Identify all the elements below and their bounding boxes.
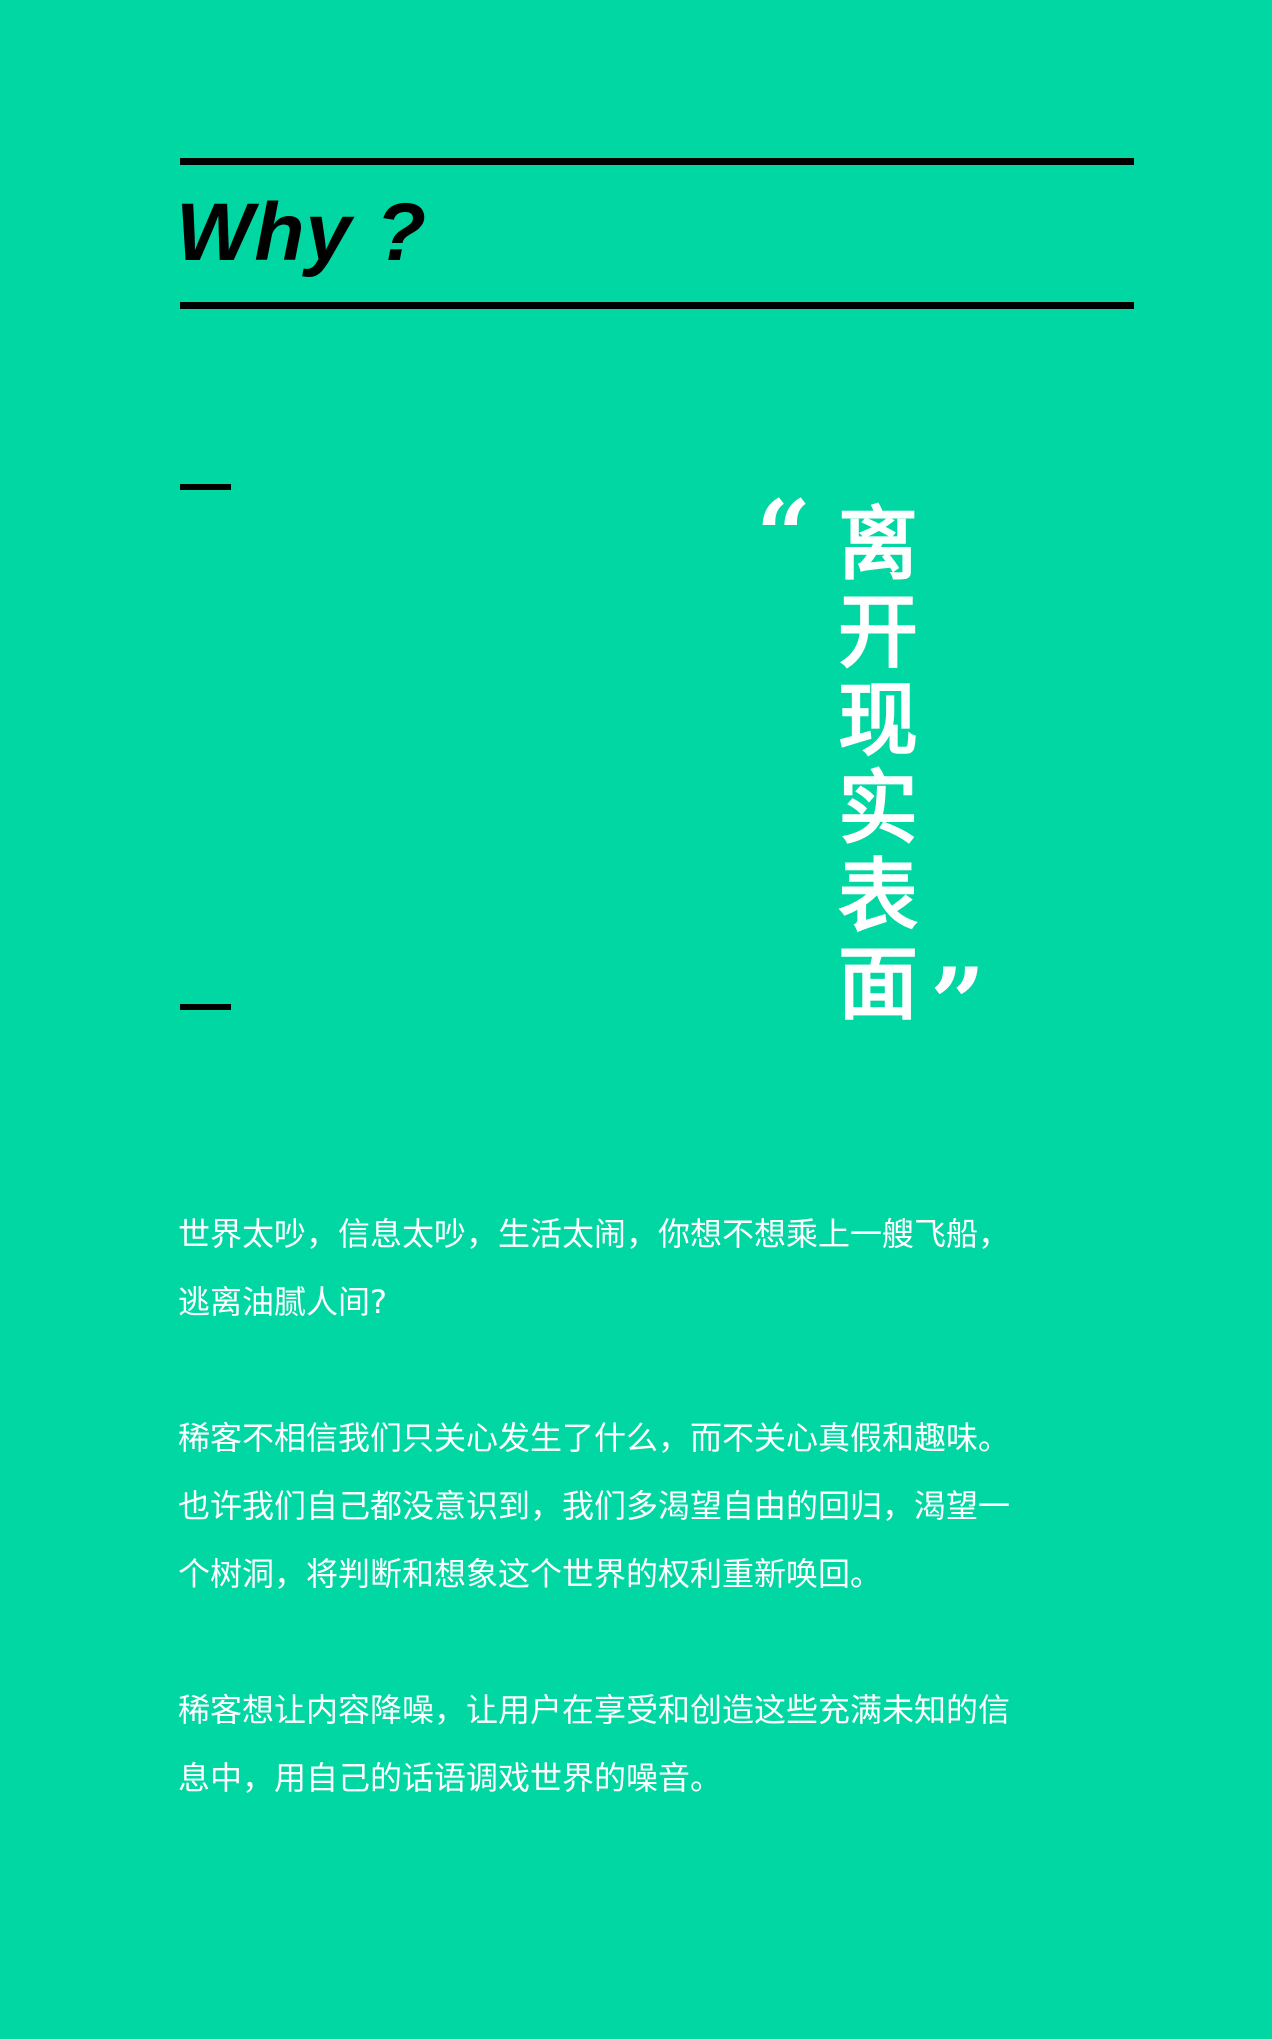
paragraph-line: 逃离油腻人间? bbox=[178, 1283, 387, 1321]
paragraph-line: 个树洞，将判断和想象这个世界的权利重新唤回。 bbox=[178, 1555, 883, 1593]
paragraph-line: 稀客想让内容降噪，让用户在享受和创造这些充满未知的信 bbox=[178, 1691, 1011, 1729]
paragraph-line: 息中，用自己的话语调戏世界的噪音。 bbox=[178, 1759, 723, 1797]
belief-paragraph: 稀客不相信我们只关心发生了什么，而不关心真假和趣味。 也许我们自己都没意识到，我… bbox=[178, 1404, 1144, 1608]
open-quote-mark: “ bbox=[756, 479, 812, 592]
close-quote-mark: ” bbox=[930, 947, 986, 1060]
quote-character: 实 bbox=[838, 761, 918, 855]
quote-start-dash bbox=[180, 484, 231, 490]
quote-character: 离 bbox=[838, 497, 918, 591]
paragraph-line: 世界太吵，信息太吵，生活太闹，你想不想乘上一艘飞船， bbox=[178, 1215, 1011, 1253]
intro-paragraph: 世界太吵，信息太吵，生活太闹，你想不想乘上一艘飞船， 逃离油腻人间? bbox=[178, 1200, 1144, 1336]
vertical-quote: 离 开 现 实 表 面 bbox=[838, 500, 918, 1028]
quote-end-dash bbox=[180, 1004, 231, 1010]
quote-character: 面 bbox=[838, 937, 918, 1031]
quote-character: 表 bbox=[838, 849, 918, 943]
paragraph-line: 也许我们自己都没意识到，我们多渴望自由的回归，渴望一 bbox=[178, 1487, 1011, 1525]
quote-character: 现 bbox=[838, 673, 918, 767]
paragraph-line: 稀客不相信我们只关心发生了什么，而不关心真假和趣味。 bbox=[178, 1419, 1011, 1457]
title-divider bbox=[180, 302, 1134, 309]
top-divider bbox=[180, 158, 1134, 165]
mission-paragraph: 稀客想让内容降噪，让用户在享受和创造这些充满未知的信 息中，用自己的话语调戏世界… bbox=[178, 1676, 1144, 1812]
quote-character: 开 bbox=[838, 585, 918, 679]
page-title: Why ? bbox=[176, 187, 427, 278]
